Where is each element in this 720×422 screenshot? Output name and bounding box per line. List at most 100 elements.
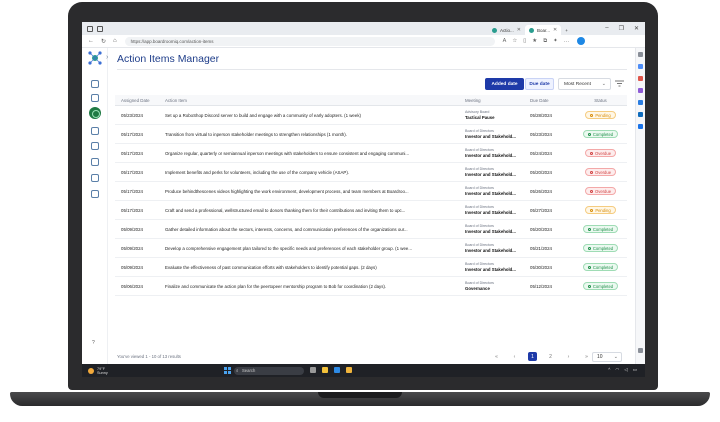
start-icon[interactable] bbox=[224, 367, 231, 374]
taskbar-search[interactable]: ⌕ Search bbox=[234, 366, 304, 375]
folder-icon[interactable] bbox=[346, 367, 352, 373]
status-dot-icon bbox=[589, 151, 593, 155]
chevron-down-icon: ⌄ bbox=[613, 354, 618, 360]
calendar-nav-icon[interactable] bbox=[91, 127, 99, 135]
column-header[interactable]: Due Date bbox=[530, 98, 574, 103]
meeting-name: Investor and Stakehold... bbox=[465, 171, 516, 177]
favorite-icon[interactable]: ☆ bbox=[512, 38, 517, 45]
table-row[interactable]: 05/17/2024 Organize regular, quarterly or… bbox=[115, 144, 627, 163]
word-icon[interactable] bbox=[638, 124, 643, 129]
status-dot-icon bbox=[587, 227, 591, 231]
browser-tabbar: Actio... ✕ Boar... ✕ + – ❐ ✕ bbox=[82, 22, 645, 35]
action-items-nav-icon[interactable] bbox=[89, 107, 101, 119]
table-row[interactable]: 05/09/2024 Develop a comprehensive engage… bbox=[115, 239, 627, 258]
app-logo-icon[interactable] bbox=[88, 51, 102, 65]
home-nav-icon[interactable] bbox=[91, 80, 99, 88]
read-aloud-icon[interactable]: A bbox=[503, 38, 507, 45]
filter-icon[interactable] bbox=[615, 80, 624, 87]
table-row[interactable]: 05/17/2024 Transition from virtual to inp… bbox=[115, 125, 627, 144]
extensions-icon[interactable]: ✦ bbox=[553, 38, 558, 45]
collapse-chevron-icon[interactable]: › bbox=[106, 54, 108, 61]
window-close-icon[interactable]: ✕ bbox=[634, 25, 639, 32]
tab-actions-icon[interactable] bbox=[97, 25, 103, 32]
settings-icon[interactable] bbox=[638, 348, 643, 353]
favorites-icon[interactable]: ★ bbox=[532, 38, 537, 45]
help-icon[interactable]: ? bbox=[92, 340, 95, 346]
prev-page-icon[interactable]: ‹ bbox=[510, 352, 519, 361]
edit-nav-icon[interactable] bbox=[91, 174, 99, 182]
shopping-icon[interactable] bbox=[638, 76, 643, 81]
maximize-icon[interactable]: ❐ bbox=[619, 25, 624, 32]
grid-nav-icon[interactable] bbox=[91, 142, 99, 150]
page-button[interactable]: 1 bbox=[528, 352, 537, 361]
next-page-icon[interactable]: › bbox=[564, 352, 573, 361]
table-row[interactable]: 05/17/2024 Implement benefits and perks f… bbox=[115, 163, 627, 182]
tab-boardroom[interactable]: Boar... ✕ bbox=[524, 25, 562, 35]
assigned-date: 05/09/2024 bbox=[121, 245, 143, 251]
column-header[interactable]: Status bbox=[574, 98, 627, 103]
page-button[interactable]: 2 bbox=[546, 352, 555, 361]
meeting-cell: Board of Directors Investor and Stakehold… bbox=[465, 224, 530, 234]
profile-avatar[interactable] bbox=[577, 37, 586, 45]
table-row[interactable]: 05/06/2024 Finalize and communicate the a… bbox=[115, 277, 627, 296]
added-date-button[interactable]: Added date bbox=[485, 78, 524, 90]
close-icon[interactable]: ✕ bbox=[553, 27, 557, 33]
tools-icon[interactable] bbox=[638, 88, 643, 93]
last-page-icon[interactable]: » bbox=[582, 352, 591, 361]
weather-widget[interactable]: 79°F Sunny bbox=[82, 367, 108, 375]
status-dot-icon bbox=[587, 284, 591, 288]
table-row[interactable]: 05/17/2024 Produce behindthescenes videos… bbox=[115, 182, 627, 201]
search-icon[interactable] bbox=[638, 52, 643, 57]
back-icon[interactable]: ← bbox=[88, 38, 94, 45]
document-nav-icon[interactable] bbox=[91, 158, 99, 166]
url-field[interactable]: https://app.boardroomiq.com/action-items bbox=[124, 36, 495, 46]
collections-icon[interactable]: ⧉ bbox=[543, 38, 547, 45]
status-badge: Pending bbox=[585, 111, 616, 119]
copilot-icon[interactable] bbox=[638, 64, 643, 69]
workspaces-icon[interactable] bbox=[87, 25, 93, 32]
sort-select[interactable]: Most Recent ⌄ bbox=[558, 78, 611, 90]
edge-icon[interactable] bbox=[334, 367, 340, 373]
refresh-icon[interactable]: ↻ bbox=[101, 38, 106, 45]
first-page-icon[interactable]: « bbox=[492, 352, 501, 361]
tray-chevron-icon[interactable]: ^ bbox=[608, 367, 610, 373]
analytics-nav-icon[interactable] bbox=[91, 190, 99, 198]
status-badge: Completed bbox=[582, 263, 619, 271]
due-date: 05/30/2024 bbox=[530, 264, 552, 270]
home-icon[interactable]: ⌂ bbox=[113, 38, 117, 45]
column-header[interactable]: Action Item bbox=[165, 98, 465, 103]
status-badge: Overdue bbox=[584, 168, 617, 176]
action-item-text: Organize regular, quarterly or semiannua… bbox=[165, 150, 410, 156]
table-row[interactable]: 05/09/2024 Evaluate the effectiveness of … bbox=[115, 258, 627, 277]
column-header[interactable]: Assigned Date bbox=[115, 98, 165, 103]
tab-action-items[interactable]: Actio... ✕ bbox=[488, 25, 525, 35]
dashboard-nav-icon[interactable] bbox=[91, 94, 99, 102]
split-screen-icon[interactable]: ▯ bbox=[523, 38, 526, 45]
file-explorer-icon[interactable] bbox=[322, 367, 328, 373]
close-icon[interactable]: ✕ bbox=[517, 27, 521, 33]
app-area: › ? Action Items Manager Added date Due … bbox=[82, 48, 635, 364]
games-icon[interactable] bbox=[638, 100, 643, 105]
meeting-cell: Board of Directors Investor and Stakehold… bbox=[465, 167, 530, 177]
search-icon: ⌕ bbox=[236, 367, 239, 373]
minimize-icon[interactable]: – bbox=[605, 25, 608, 32]
meeting-name: Investor and Stakehold... bbox=[465, 209, 516, 215]
new-tab-button[interactable]: + bbox=[561, 25, 572, 35]
battery-icon[interactable]: ▭ bbox=[633, 367, 637, 373]
column-header[interactable]: Meeting bbox=[465, 98, 530, 103]
wifi-icon[interactable]: ◠ bbox=[615, 367, 619, 373]
more-icon[interactable]: … bbox=[564, 38, 570, 45]
outlook-icon[interactable] bbox=[638, 112, 643, 117]
volume-icon[interactable]: ◁ bbox=[624, 367, 627, 373]
meeting-cell: Board of Directors Investor and Stakehold… bbox=[465, 129, 530, 139]
table-row[interactable]: 05/17/2024 Craft and send a professional,… bbox=[115, 201, 627, 220]
due-date-button[interactable]: Due date bbox=[525, 78, 554, 90]
page-size-select[interactable]: 10 ⌄ bbox=[592, 352, 622, 362]
assigned-date: 05/17/2024 bbox=[121, 131, 143, 137]
table-row[interactable]: 05/09/2024 Gather detailed information ab… bbox=[115, 220, 627, 239]
table-row[interactable]: 05/23/2024 Set up a RoboShop Discord serv… bbox=[115, 106, 627, 125]
task-view-icon[interactable] bbox=[310, 367, 316, 373]
meeting-cell: Board of Directors Investor and Stakehold… bbox=[465, 186, 530, 196]
status-cell: Pending bbox=[574, 206, 627, 214]
taskbar: 79°F Sunny ⌕ Search ^ ◠ ◁ ▭ bbox=[82, 364, 645, 377]
